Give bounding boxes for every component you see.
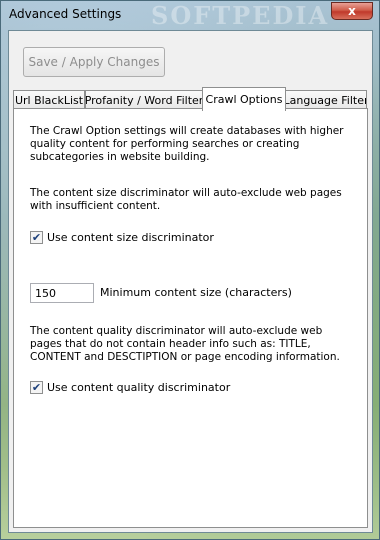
quality-discriminator-label: Use content quality discriminator <box>47 381 231 394</box>
tab-crawl-options[interactable]: Crawl Options <box>202 87 286 111</box>
size-discriminator-label: Use content size discriminator <box>47 231 214 244</box>
window-title: Advanced Settings <box>9 7 122 21</box>
quality-discriminator-description: The content quality discriminator will a… <box>30 325 340 363</box>
crawl-options-panel: The Crawl Option settings will create da… <box>13 108 368 528</box>
dialog-body: Save / Apply Changes Url BlackList Profa… <box>8 30 373 533</box>
close-button[interactable]: x <box>331 2 373 20</box>
save-apply-button[interactable]: Save / Apply Changes <box>23 47 165 77</box>
quality-discriminator-checkbox[interactable]: ✔ <box>30 381 43 394</box>
min-content-size-label: Minimum content size (characters) <box>100 286 292 299</box>
crawl-intro-text: The Crawl Option settings will create da… <box>30 125 344 163</box>
checkmark-icon: ✔ <box>31 381 42 394</box>
size-discriminator-description: The content size discriminator will auto… <box>30 187 342 212</box>
size-discriminator-row[interactable]: ✔ Use content size discriminator <box>30 231 214 244</box>
tab-profanity-word-filter[interactable]: Profanity / Word Filter <box>85 90 203 110</box>
size-discriminator-checkbox[interactable]: ✔ <box>30 231 43 244</box>
quality-discriminator-row[interactable]: ✔ Use content quality discriminator <box>30 381 230 394</box>
title-bar: Advanced Settings SOFTPEDIA x <box>1 1 379 30</box>
advanced-settings-window: Advanced Settings SOFTPEDIA x Save / App… <box>0 0 380 540</box>
checkmark-icon: ✔ <box>31 231 42 244</box>
tab-strip: Url BlackList Profanity / Word Filter Cr… <box>13 87 369 111</box>
min-content-size-input[interactable] <box>30 283 94 303</box>
tab-url-blacklist[interactable]: Url BlackList <box>13 90 85 110</box>
tab-language-filter[interactable]: Language Filter <box>285 90 367 110</box>
softpedia-watermark: SOFTPEDIA <box>151 1 330 30</box>
close-icon: x <box>348 4 356 18</box>
